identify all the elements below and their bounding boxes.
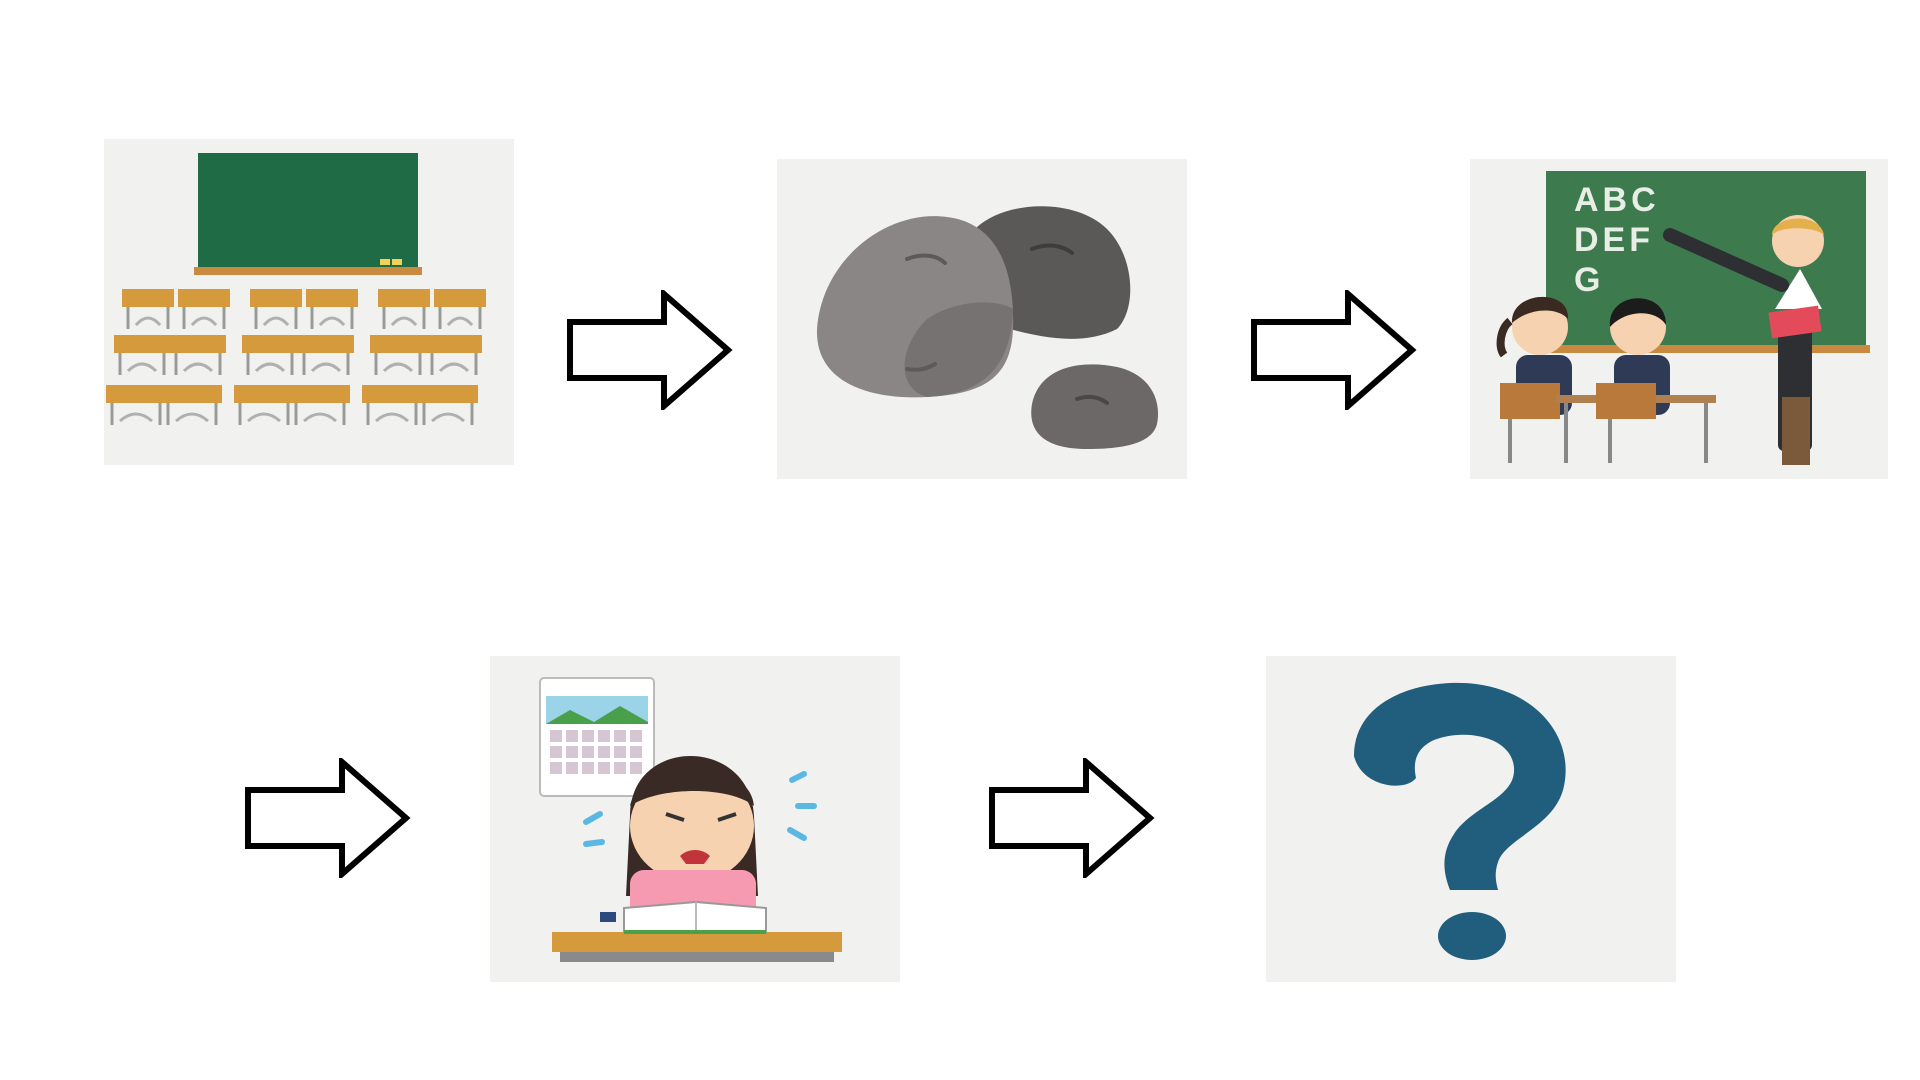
right-outline-arrow-icon [566,290,734,410]
desk [370,335,426,353]
chair [375,412,409,423]
desk [306,289,358,307]
desk [114,335,170,353]
chair [126,362,158,373]
chair [119,412,153,423]
chair [247,412,281,423]
classroom-illustration [104,139,514,465]
chair [254,362,286,373]
chair [262,316,290,327]
desk [170,335,226,353]
desk [426,335,482,353]
desk [362,385,422,403]
desk [250,289,302,307]
desk [378,289,430,307]
chair [446,316,474,327]
desk [234,385,294,403]
chair [318,316,346,327]
desk [298,335,354,353]
chair [390,316,418,327]
chair [190,316,218,327]
chair [182,362,214,373]
chair [303,412,337,423]
chair [134,316,162,327]
right-outline-arrow-icon [244,758,412,878]
teacher-lesson-illustration: ABC DEF G [1470,159,1888,479]
desk [418,385,478,403]
chair [382,362,414,373]
rocks-illustration [777,159,1187,479]
desk [122,289,174,307]
question-mark-illustration [1266,656,1676,982]
right-outline-arrow-icon [988,758,1156,878]
chair [438,362,470,373]
blackboard-line-2: DEF [1574,221,1654,259]
chair [175,412,209,423]
desk [242,335,298,353]
blackboard-line-1: ABC [1574,181,1660,219]
desk [290,385,350,403]
blackboard-line-3: G [1574,261,1604,299]
desk [162,385,222,403]
student-studying-illustration [490,656,900,982]
desk [106,385,166,403]
chair [431,412,465,423]
desk [434,289,486,307]
right-outline-arrow-icon [1250,290,1418,410]
desk [178,289,230,307]
chair [310,362,342,373]
